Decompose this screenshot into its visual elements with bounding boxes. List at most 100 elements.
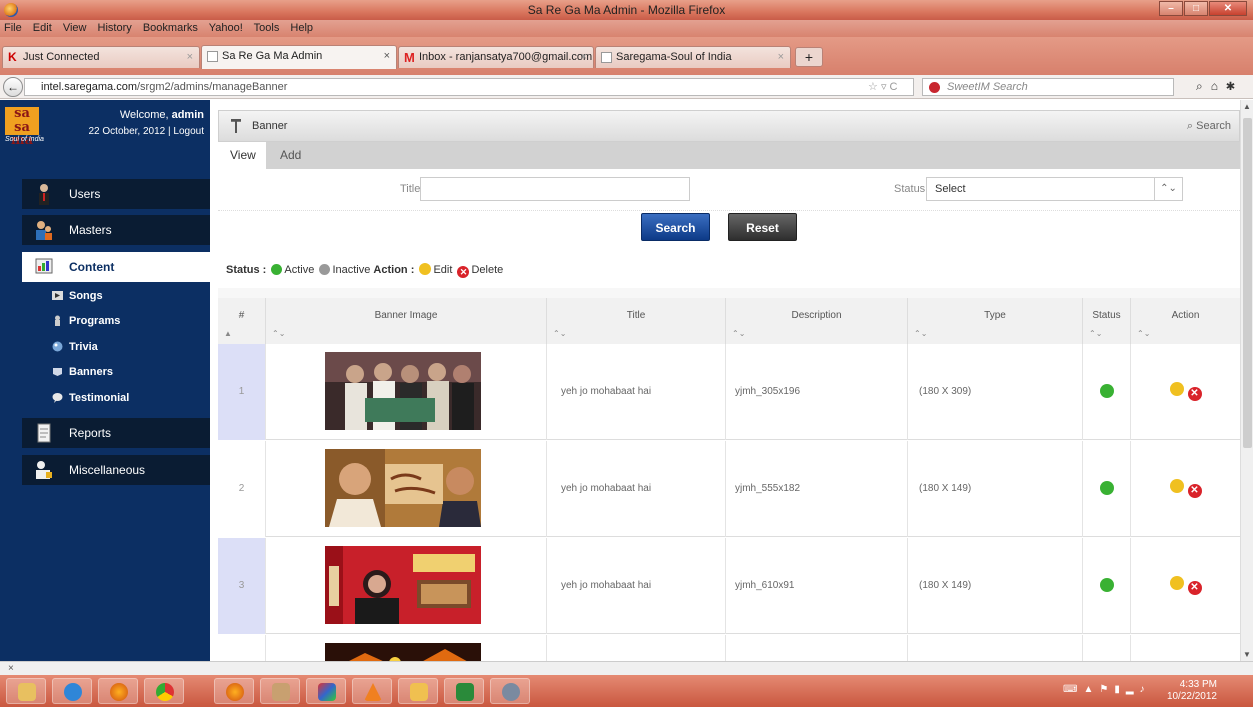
- column-type[interactable]: Type ⌃⌄: [908, 298, 1083, 344]
- close-tab-icon[interactable]: ×: [384, 46, 390, 67]
- taskbar-ie[interactable]: [52, 678, 92, 704]
- table-row: 2 yeh jo mohabaat hai yjmh_555x182 (180 …: [218, 441, 1240, 537]
- taskbar-device[interactable]: [490, 678, 530, 704]
- banner-thumbnail-image[interactable]: [325, 449, 481, 527]
- reload-icon[interactable]: C: [890, 81, 898, 93]
- tab-gmail-inbox[interactable]: M Inbox - ranjansatya700@gmail.com - ...…: [398, 46, 594, 68]
- firefox-logo-icon[interactable]: [4, 3, 18, 17]
- taskbar-explorer[interactable]: [6, 678, 46, 704]
- taskbar-firefox-active[interactable]: [214, 678, 254, 704]
- active-status-icon[interactable]: [1099, 384, 1114, 399]
- taskbar-firefox[interactable]: [98, 678, 138, 704]
- status-select[interactable]: Select ⌃⌄: [926, 177, 1183, 201]
- search-toggle-link[interactable]: ⌕ Search: [1187, 111, 1231, 141]
- menu-view[interactable]: View: [63, 22, 87, 34]
- delete-icon[interactable]: ✕: [1187, 581, 1202, 595]
- search-magnifier-icon[interactable]: ⌕: [1196, 79, 1211, 93]
- column-description[interactable]: Description ⌃⌄: [726, 298, 908, 344]
- banner-thumbnail-image[interactable]: [325, 643, 481, 661]
- edit-icon[interactable]: [1169, 479, 1184, 493]
- banner-thumbnail-image[interactable]: [325, 546, 481, 624]
- taskbar-vlc[interactable]: [352, 678, 392, 704]
- menu-file[interactable]: File: [4, 22, 22, 34]
- close-tab-icon[interactable]: ×: [581, 47, 587, 68]
- column-action[interactable]: Action ⌃⌄: [1131, 298, 1240, 344]
- menu-edit[interactable]: Edit: [33, 22, 52, 34]
- tab-add[interactable]: Add: [268, 142, 313, 169]
- tab-saregama-soul[interactable]: Saregama-Soul of India ×: [595, 46, 791, 68]
- close-tab-icon[interactable]: ×: [187, 47, 193, 68]
- admin-sidebar: sa re sa ma Soul of India Welcome, admin…: [0, 100, 210, 661]
- menu-yahoo[interactable]: Yahoo!: [209, 22, 243, 34]
- column-status[interactable]: Status ⌃⌄: [1083, 298, 1131, 344]
- column-banner-image[interactable]: Banner Image ⌃⌄: [266, 298, 547, 344]
- logout-link[interactable]: Logout: [173, 126, 204, 137]
- column-number[interactable]: # ▲: [218, 298, 266, 344]
- back-button[interactable]: ←: [3, 77, 23, 97]
- sidebar-subitem-trivia[interactable]: Trivia: [52, 339, 98, 355]
- tab-view[interactable]: View: [218, 142, 266, 169]
- maximize-button[interactable]: □: [1184, 1, 1208, 16]
- menu-history[interactable]: History: [98, 22, 132, 34]
- menu-help[interactable]: Help: [290, 22, 313, 34]
- scroll-down-icon[interactable]: ▼: [1243, 650, 1251, 659]
- column-title[interactable]: Title ⌃⌄: [547, 298, 726, 344]
- edit-icon[interactable]: [1169, 576, 1184, 590]
- edit-icon: [419, 263, 432, 275]
- scrollbar-thumb[interactable]: [1243, 118, 1252, 448]
- battery-icon[interactable]: ▮: [1114, 684, 1126, 695]
- minimize-button[interactable]: –: [1159, 1, 1183, 16]
- taskbar-chrome[interactable]: [144, 678, 184, 704]
- close-addon-bar-icon[interactable]: ×: [8, 663, 14, 674]
- search-button[interactable]: Search: [641, 213, 710, 241]
- scroll-up-icon[interactable]: ▲: [1243, 102, 1251, 111]
- tab-sa-re-ga-ma-admin[interactable]: Sa Re Ga Ma Admin ×: [201, 45, 397, 69]
- flag-icon[interactable]: ⚑: [1099, 684, 1114, 695]
- sidebar-subitem-testimonial[interactable]: Testimonial: [52, 390, 129, 406]
- sidebar-item-masters[interactable]: Masters: [22, 215, 210, 245]
- menu-tools[interactable]: Tools: [254, 22, 280, 34]
- close-tab-icon[interactable]: ×: [778, 47, 784, 68]
- tray-up-arrow-icon[interactable]: ▲: [1083, 684, 1099, 695]
- volume-icon[interactable]: ♪: [1140, 684, 1151, 695]
- browser-search-input[interactable]: SweetIM Search: [922, 78, 1174, 96]
- keyboard-icon[interactable]: ⌨: [1063, 684, 1083, 695]
- status-label: Status: [894, 183, 926, 195]
- url-bar[interactable]: intel.saregama.com/srgm2/admins/manageBa…: [24, 78, 914, 96]
- sidebar-item-content[interactable]: Content: [22, 252, 210, 282]
- delete-icon: ✕: [457, 266, 470, 278]
- new-tab-button[interactable]: +: [795, 47, 823, 67]
- saregama-logo[interactable]: sa re sa ma Soul of India: [5, 107, 49, 147]
- title-input[interactable]: [420, 177, 690, 201]
- close-window-button[interactable]: ✕: [1209, 1, 1247, 16]
- active-status-icon[interactable]: [1099, 578, 1114, 593]
- edit-icon[interactable]: [1169, 382, 1184, 396]
- dropdown-icon[interactable]: ▿: [881, 81, 887, 93]
- sidebar-subitem-programs[interactable]: Programs: [52, 313, 120, 329]
- taskbar-excel[interactable]: [444, 678, 484, 704]
- system-clock[interactable]: 4:33 PM 10/22/2012: [1167, 679, 1217, 703]
- reset-button[interactable]: Reset: [728, 213, 797, 241]
- status-cell: [1083, 441, 1131, 537]
- taskbar-app[interactable]: [306, 678, 346, 704]
- addon-icon[interactable]: ✱: [1226, 79, 1243, 93]
- bookmark-star-icon[interactable]: ☆: [868, 81, 878, 93]
- sidebar-subitem-banners[interactable]: Banners: [52, 364, 113, 380]
- sidebar-item-miscellaneous[interactable]: Miscellaneous: [22, 455, 210, 485]
- page-scrollbar[interactable]: ▲ ▼: [1240, 100, 1253, 661]
- delete-icon[interactable]: ✕: [1187, 484, 1202, 498]
- menu-bookmarks[interactable]: Bookmarks: [143, 22, 198, 34]
- url-actions: ☆ ▿ C: [868, 78, 897, 96]
- sidebar-item-users[interactable]: Users: [22, 179, 210, 209]
- search-icon: ⌕: [1186, 120, 1194, 132]
- taskbar-paint[interactable]: [260, 678, 300, 704]
- sidebar-item-reports[interactable]: Reports: [22, 418, 210, 448]
- home-icon[interactable]: ⌂: [1211, 79, 1226, 93]
- delete-icon[interactable]: ✕: [1187, 387, 1202, 401]
- active-status-icon[interactable]: [1099, 481, 1114, 496]
- sidebar-subitem-songs[interactable]: Songs: [52, 288, 103, 304]
- signal-icon[interactable]: ▂: [1126, 684, 1140, 695]
- taskbar-mail[interactable]: [398, 678, 438, 704]
- banner-thumbnail-image[interactable]: [325, 352, 481, 430]
- tab-just-connected[interactable]: K Just Connected ×: [2, 46, 200, 68]
